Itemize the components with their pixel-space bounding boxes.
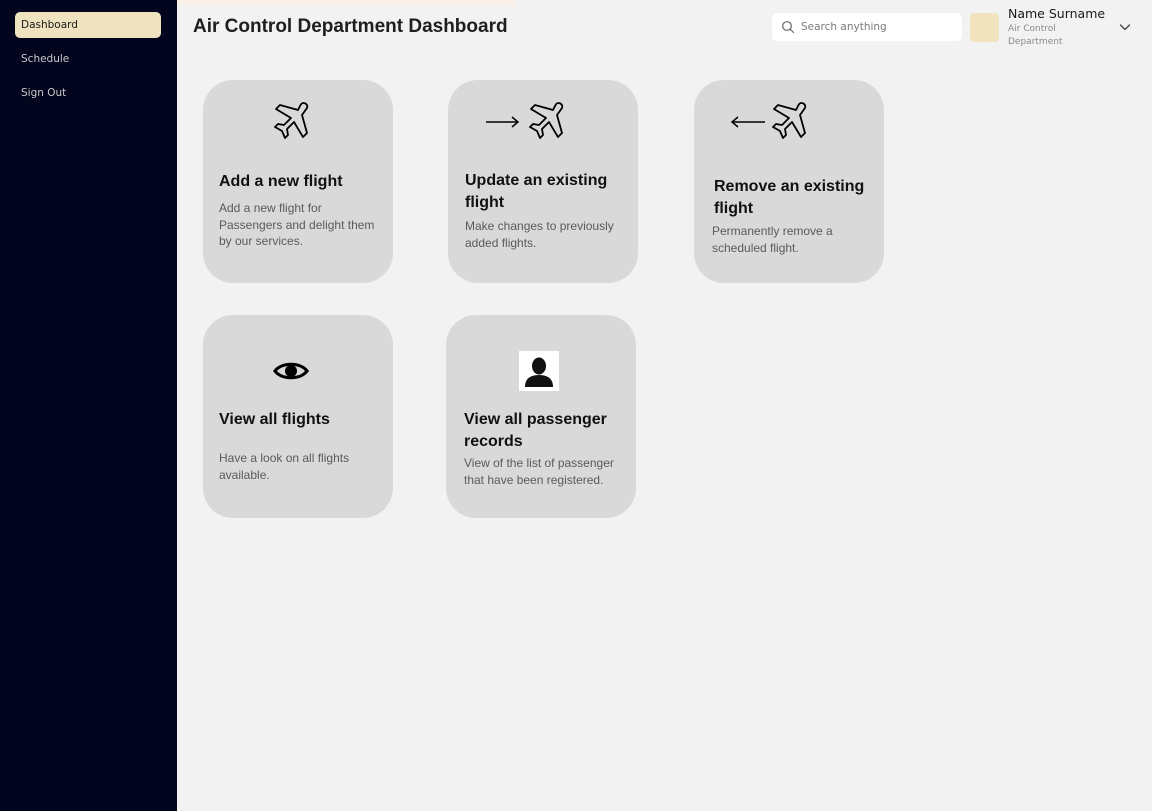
search-icon: [782, 21, 795, 34]
page-title: Air Control Department Dashboard: [193, 16, 508, 37]
arrow-left-airplane-icon: [730, 102, 807, 139]
view-passengers-card[interactable]: View all passenger records View of the l…: [446, 315, 636, 518]
sidebar: Dashboard Schedule Sign Out: [0, 0, 177, 811]
card-description: Add a new flight for Passengers and deli…: [219, 201, 375, 248]
arrow-right-airplane-icon: [486, 102, 564, 139]
card-description: Permanently remove a scheduled flight.: [712, 224, 833, 255]
update-flight-card[interactable]: Update an existing flight Make changes t…: [448, 80, 638, 283]
user-department: Air Control Department: [1008, 24, 1063, 47]
card-title: View all flights: [219, 411, 330, 428]
chevron-down-icon[interactable]: [1118, 20, 1132, 34]
remove-flight-card[interactable]: Remove an existing flight Permanently re…: [694, 80, 884, 283]
view-flights-card[interactable]: View all flights Have a look on all flig…: [203, 315, 393, 518]
airplane-icon: [274, 102, 309, 139]
sidebar-item-sign-out[interactable]: Sign Out: [15, 80, 161, 106]
card-description: Make changes to previously added flights…: [465, 219, 614, 250]
card-title: Update an existing flight: [465, 172, 608, 211]
search-placeholder: Search anything: [801, 21, 887, 33]
top-strip: [177, 0, 517, 6]
search-input[interactable]: Search anything: [772, 13, 962, 41]
card-description: View of the list of passenger that have …: [464, 456, 614, 487]
sidebar-item-dashboard[interactable]: Dashboard: [15, 12, 161, 38]
card-title: View all passenger records: [464, 411, 607, 450]
card-title: Add a new flight: [219, 173, 343, 190]
user-icon: [519, 351, 559, 391]
sidebar-item-schedule[interactable]: Schedule: [15, 46, 161, 72]
avatar[interactable]: [970, 13, 999, 42]
eye-icon: [273, 362, 309, 380]
card-title: Remove an existing flight: [714, 178, 865, 217]
card-description: Have a look on all flights available.: [219, 451, 350, 482]
add-flight-card[interactable]: Add a new flight Add a new flight for Pa…: [203, 80, 393, 283]
user-name: Name Surname: [1008, 6, 1106, 21]
